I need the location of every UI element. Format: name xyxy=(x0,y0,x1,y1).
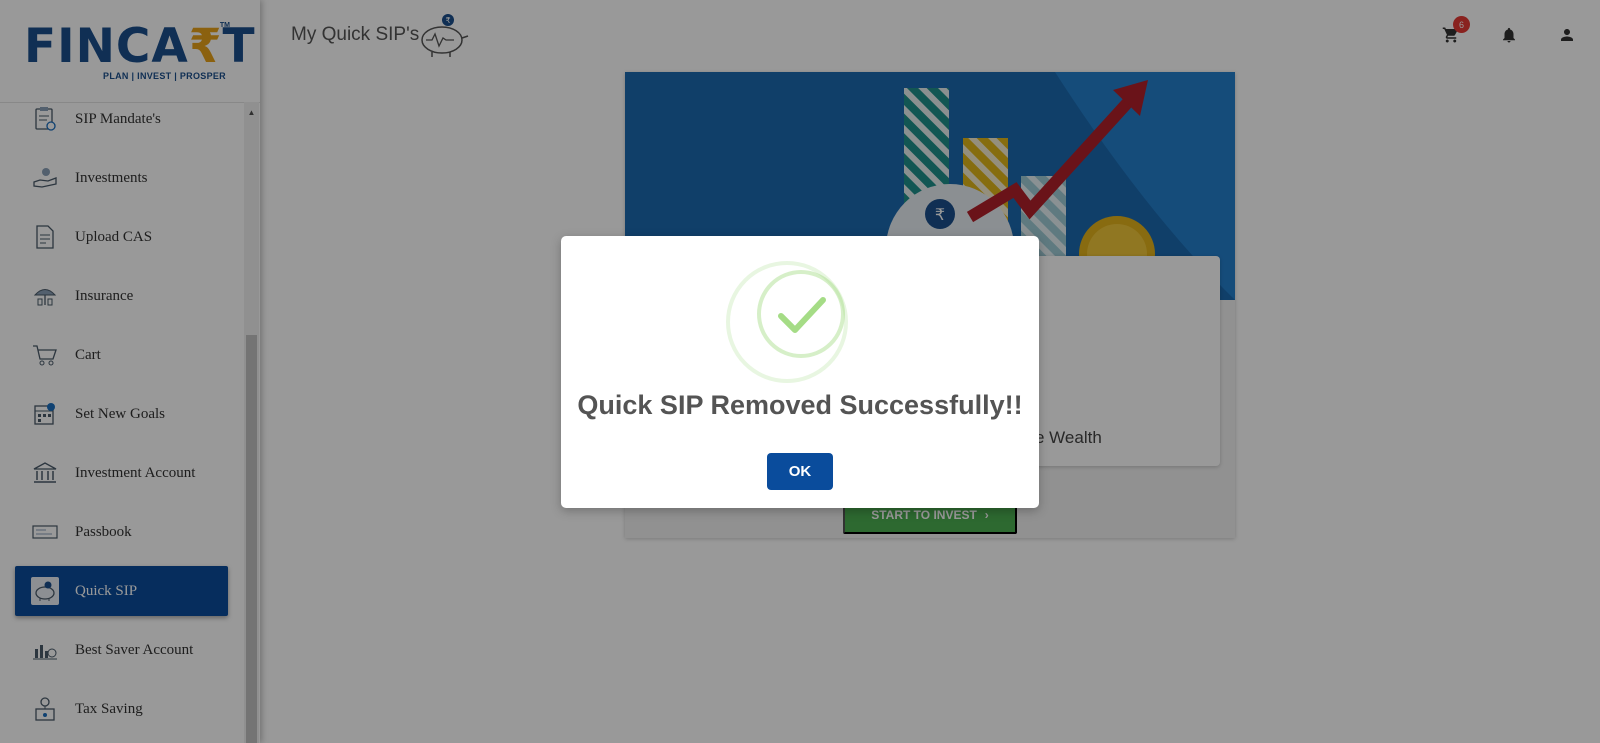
ok-button[interactable]: OK xyxy=(767,453,833,490)
checkmark-icon xyxy=(753,266,849,367)
success-dialog: Quick SIP Removed Successfully!! OK xyxy=(561,236,1039,508)
dialog-title: Quick SIP Removed Successfully!! xyxy=(577,390,1023,420)
